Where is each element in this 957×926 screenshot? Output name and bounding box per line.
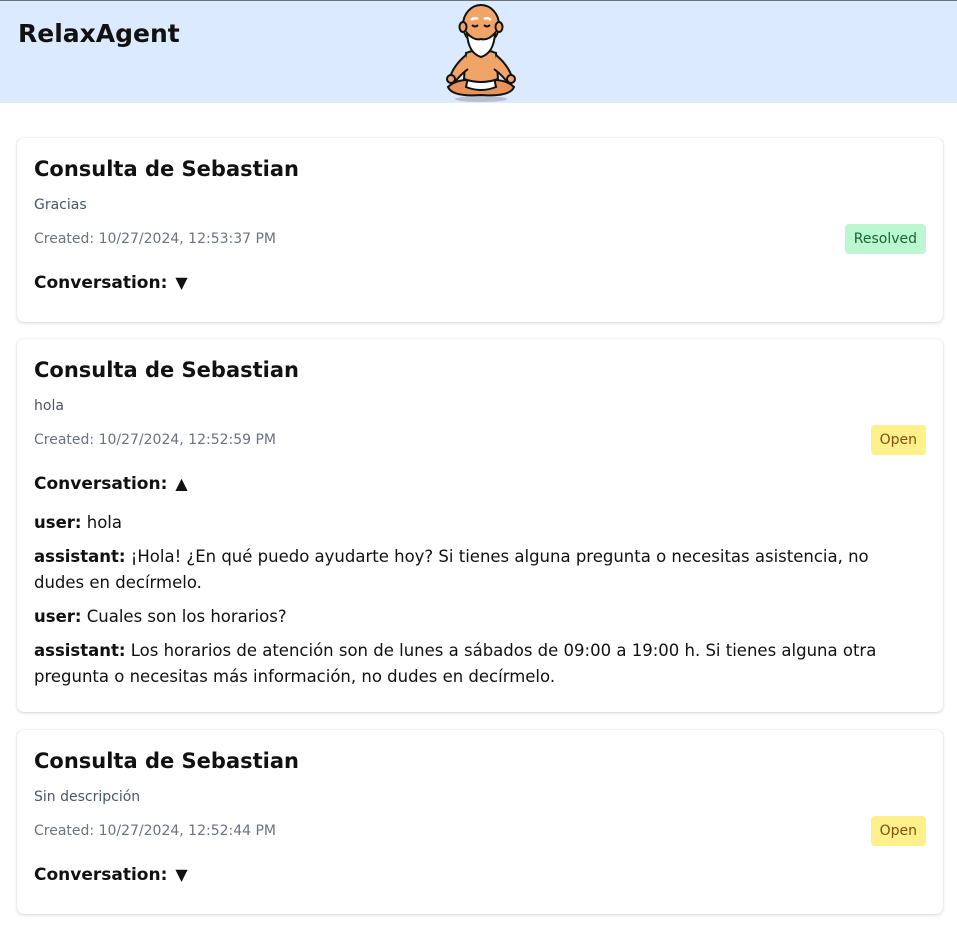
triangle-down-icon: ▼ — [175, 865, 188, 884]
meditating-monk-icon — [446, 4, 516, 102]
app-title: RelaxAgent — [18, 19, 180, 48]
ticket-card: Consulta de Sebastian Gracias Created: 1… — [17, 138, 943, 322]
message-role: user: — [34, 513, 82, 532]
conversation-label: Conversation: — [34, 273, 168, 293]
conversation-label: Conversation: — [34, 865, 168, 885]
message: user: Cuales son los horarios? — [34, 604, 924, 630]
ticket-description: Sin descripción — [34, 789, 141, 805]
message: assistant: ¡Hola! ¿En qué puedo ayudarte… — [34, 544, 924, 596]
conversation-toggle[interactable]: Conversation: ▼ — [34, 865, 188, 885]
ticket-created: Created: 10/27/2024, 12:52:59 PM — [34, 432, 277, 448]
conversation-toggle[interactable]: Conversation: ▼ — [34, 273, 188, 293]
triangle-up-icon: ▲ — [175, 474, 188, 493]
app-header: RelaxAgent — [0, 0, 957, 103]
ticket-card: Consulta de Sebastian hola Created: 10/2… — [17, 339, 943, 712]
message: assistant: Los horarios de atención son … — [34, 638, 924, 690]
message-role: user: — [34, 607, 82, 626]
ticket-description: hola — [34, 398, 64, 414]
status-badge-resolved: Resolved — [844, 224, 926, 254]
message-text: Cuales son los horarios? — [86, 607, 287, 626]
message: user: hola — [34, 510, 924, 536]
message-text: hola — [86, 513, 122, 532]
message-role: assistant: — [34, 547, 126, 566]
ticket-card: Consulta de Sebastian Sin descripción Cr… — [17, 730, 943, 914]
status-badge-open: Open — [870, 425, 926, 455]
message-text: ¡Hola! ¿En qué puedo ayudarte hoy? Si ti… — [34, 547, 869, 592]
ticket-description: Gracias — [34, 197, 87, 213]
message-role: assistant: — [34, 641, 126, 660]
ticket-title: Consulta de Sebastian — [34, 358, 299, 382]
ticket-created: Created: 10/27/2024, 12:52:44 PM — [34, 823, 277, 839]
ticket-created: Created: 10/27/2024, 12:53:37 PM — [34, 231, 277, 247]
conversation-toggle[interactable]: Conversation: ▲ — [34, 474, 188, 494]
ticket-title: Consulta de Sebastian — [34, 157, 299, 181]
triangle-down-icon: ▼ — [175, 273, 188, 292]
status-badge-open: Open — [870, 816, 926, 846]
conversation-messages: user: hola assistant: ¡Hola! ¿En qué pue… — [34, 510, 924, 698]
ticket-title: Consulta de Sebastian — [34, 749, 299, 773]
message-text: Los horarios de atención son de lunes a … — [34, 641, 877, 686]
conversation-label: Conversation: — [34, 474, 168, 494]
